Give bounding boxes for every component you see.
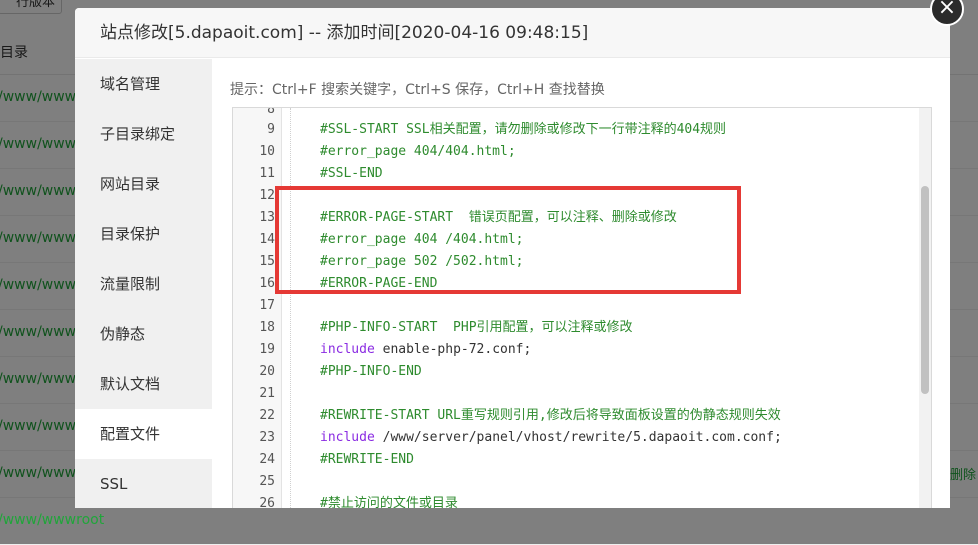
- code-line: 9 #SSL-START SSL相关配置，请勿删除或修改下一行带注释的404规则: [233, 119, 931, 141]
- line-number: 14: [259, 232, 275, 247]
- line-number: 19: [259, 342, 275, 357]
- dialog-sidebar: 域名管理 子目录绑定 网站目录 目录保护 流量限制 伪静态 默认文档 配置文件 …: [75, 59, 212, 508]
- code-keyword: include: [320, 430, 375, 445]
- code-line: 25: [233, 471, 931, 493]
- code-plain: enable-php-72.conf;: [374, 342, 532, 357]
- code-line: 22 #REWRITE-START URL重写规则引用,修改后将导致面板设置的伪静…: [233, 405, 931, 427]
- background-row-path[interactable]: /www/wwwroot: [0, 512, 104, 528]
- code-line: 18 #PHP-INFO-START PHP引用配置，可以注释或修改: [233, 317, 931, 339]
- code-line: 23 include /www/server/panel/vhost/rewrit…: [233, 427, 931, 449]
- code-text: #PHP-INFO-START PHP引用配置，可以注释或修改: [320, 320, 633, 335]
- code-line: 19 include enable-php-72.conf;: [233, 339, 931, 361]
- shortcut-tip: 提示：Ctrl+F 搜索关键字，Ctrl+S 保存，Ctrl+H 查找替换: [230, 82, 605, 98]
- code-line: 21: [233, 383, 931, 405]
- sidebar-item-config-file[interactable]: 配置文件: [75, 409, 212, 459]
- config-code-editor[interactable]: 8 9 #SSL-START SSL相关配置，请勿删除或修改下一行带注释的404规…: [232, 107, 932, 508]
- code-text: #SSL-START SSL相关配置，请勿删除或修改下一行带注释的404规则: [320, 122, 727, 137]
- sidebar-item-default-document[interactable]: 默认文档: [75, 359, 212, 409]
- line-number: 13: [259, 210, 275, 225]
- code-line: 20 #PHP-INFO-END: [233, 361, 931, 383]
- code-plain: /www/server/panel/vhost/rewrite/5.dapaoi…: [374, 430, 782, 445]
- line-number: 16: [259, 276, 275, 291]
- code-text: #REWRITE-END: [320, 452, 414, 467]
- line-number: 24: [259, 452, 275, 467]
- sidebar-item-subdirectory[interactable]: 子目录绑定: [75, 109, 212, 159]
- code-line: 24 #REWRITE-END: [233, 449, 931, 471]
- line-number: 11: [259, 166, 275, 181]
- sidebar-item-traffic-limit[interactable]: 流量限制: [75, 259, 212, 309]
- line-number: 17: [259, 298, 275, 313]
- editor-scrollbar-thumb[interactable]: [921, 186, 929, 394]
- code-line: 26 #禁止访问的文件或目录: [233, 493, 931, 508]
- code-text: include enable-php-72.conf;: [320, 339, 531, 361]
- line-number: 10: [259, 144, 275, 159]
- code-keyword: include: [320, 342, 375, 357]
- line-number: 25: [259, 474, 275, 489]
- line-number: 23: [259, 430, 275, 445]
- dialog-title: 站点修改[5.dapaoit.com] -- 添加时间[2020-04-16 0…: [75, 8, 950, 58]
- line-number: 15: [259, 254, 275, 269]
- code-text: #SSL-END: [320, 166, 383, 181]
- line-number: 26: [259, 496, 275, 508]
- line-number: 9: [267, 122, 275, 137]
- line-number: 12: [259, 188, 275, 203]
- sidebar-item-ssl[interactable]: SSL: [75, 459, 212, 508]
- code-line: 10 #error_page 404/404.html;: [233, 141, 931, 163]
- sidebar-item-site-directory[interactable]: 网站目录: [75, 159, 212, 209]
- code-line: 11 #SSL-END: [233, 163, 931, 185]
- error-page-highlight-box: [275, 186, 741, 294]
- sidebar-item-rewrite[interactable]: 伪静态: [75, 309, 212, 359]
- code-text: #PHP-INFO-END: [320, 364, 422, 379]
- code-text: #禁止访问的文件或目录: [320, 496, 458, 508]
- sidebar-item-domain[interactable]: 域名管理: [75, 59, 212, 109]
- line-number: 20: [259, 364, 275, 379]
- code-text: include /www/server/panel/vhost/rewrite/…: [320, 427, 782, 449]
- code-text: #error_page 404/404.html;: [320, 144, 516, 159]
- line-number: 21: [259, 386, 275, 401]
- sidebar-item-directory-protection[interactable]: 目录保护: [75, 209, 212, 259]
- code-line: 17: [233, 295, 931, 317]
- line-number: 22: [259, 408, 275, 423]
- line-number: 18: [259, 320, 275, 335]
- code-text: #REWRITE-START URL重写规则引用,修改后将导致面板设置的伪静态规…: [320, 408, 781, 423]
